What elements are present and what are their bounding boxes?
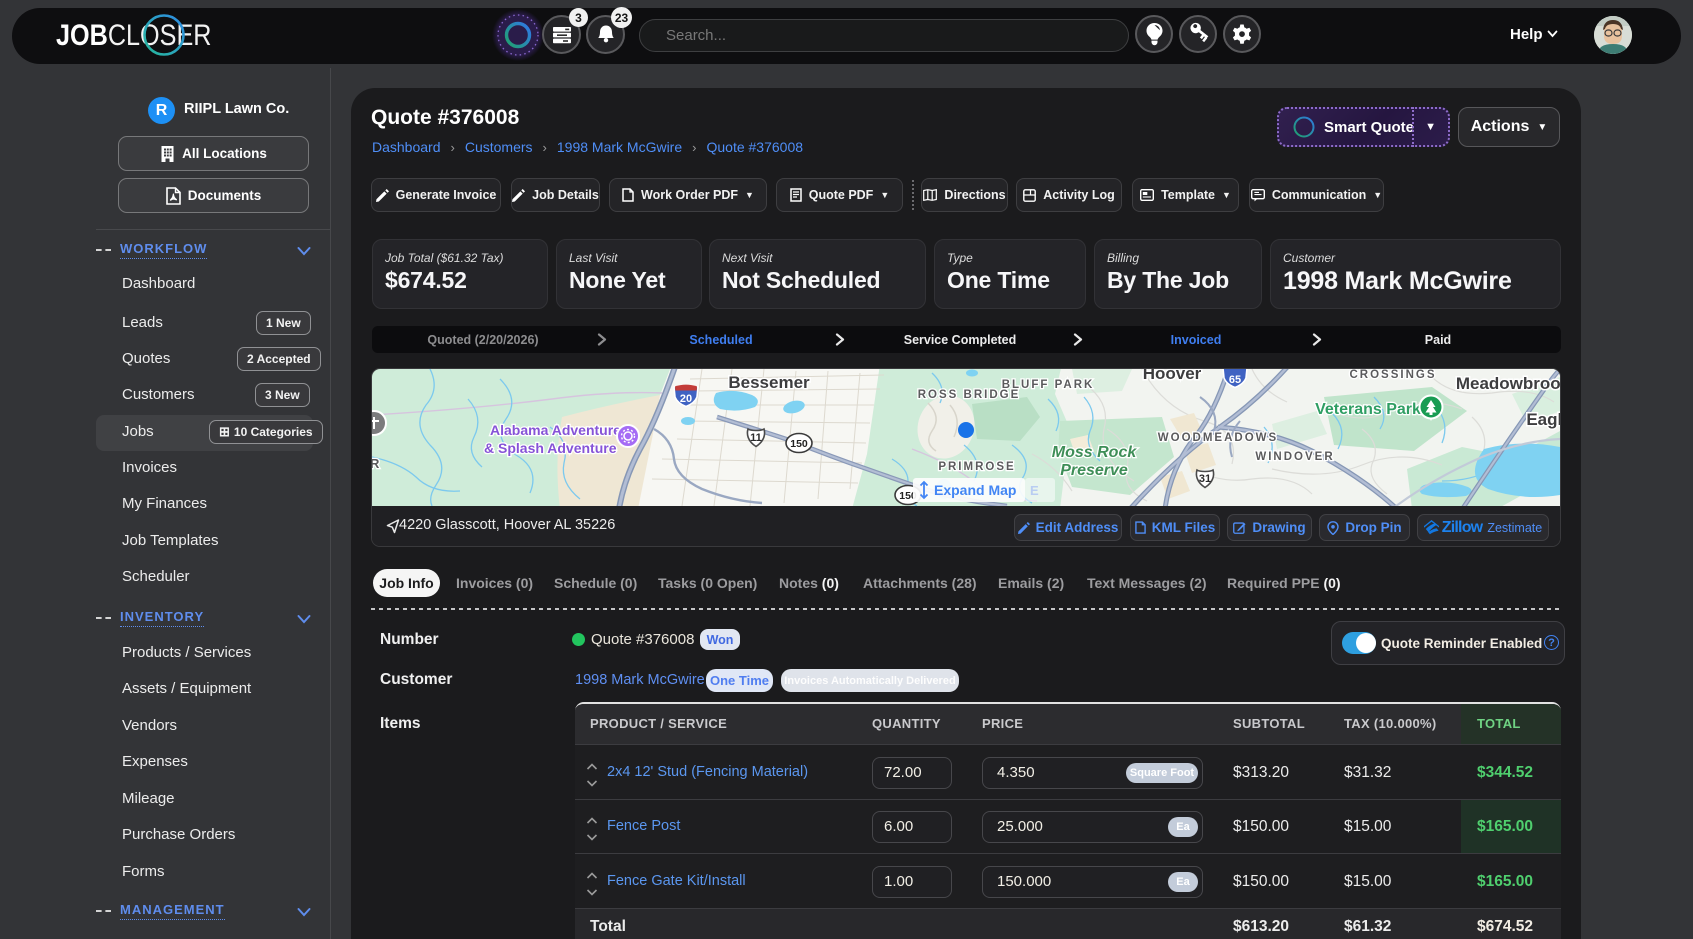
svg-text:R: R [372, 456, 380, 471]
svg-text:Expand Map: Expand Map [934, 482, 1016, 498]
svg-text:11: 11 [750, 432, 762, 444]
svg-text:31: 31 [1199, 473, 1211, 485]
svg-text:20: 20 [680, 393, 692, 405]
svg-text:Bessemer: Bessemer [728, 373, 810, 392]
svg-text:WINDOVER: WINDOVER [1255, 451, 1334, 463]
svg-text:150: 150 [790, 438, 808, 450]
svg-text:65: 65 [1229, 374, 1241, 386]
svg-text:CROSSINGS: CROSSINGS [1349, 369, 1436, 381]
svg-text:Preserve: Preserve [1060, 462, 1128, 479]
svg-text:WOODMEADOWS: WOODMEADOWS [1158, 432, 1278, 444]
svg-text:Meadowbrook: Meadowbrook [1456, 374, 1560, 393]
svg-text:Eagle: Eagle [1526, 410, 1560, 429]
svg-text:Hoover: Hoover [1143, 369, 1202, 383]
svg-text:PRIMROSE: PRIMROSE [938, 461, 1015, 473]
svg-text:Moss Rock: Moss Rock [1052, 444, 1138, 461]
svg-text:Alabama Adventure: Alabama Adventure [490, 422, 621, 438]
svg-text:Veterans Park: Veterans Park [1315, 401, 1421, 418]
svg-text:E: E [1030, 483, 1039, 498]
svg-text:& Splash Adventure: & Splash Adventure [484, 440, 617, 456]
svg-text:BLUFF PARK: BLUFF PARK [1002, 379, 1095, 391]
